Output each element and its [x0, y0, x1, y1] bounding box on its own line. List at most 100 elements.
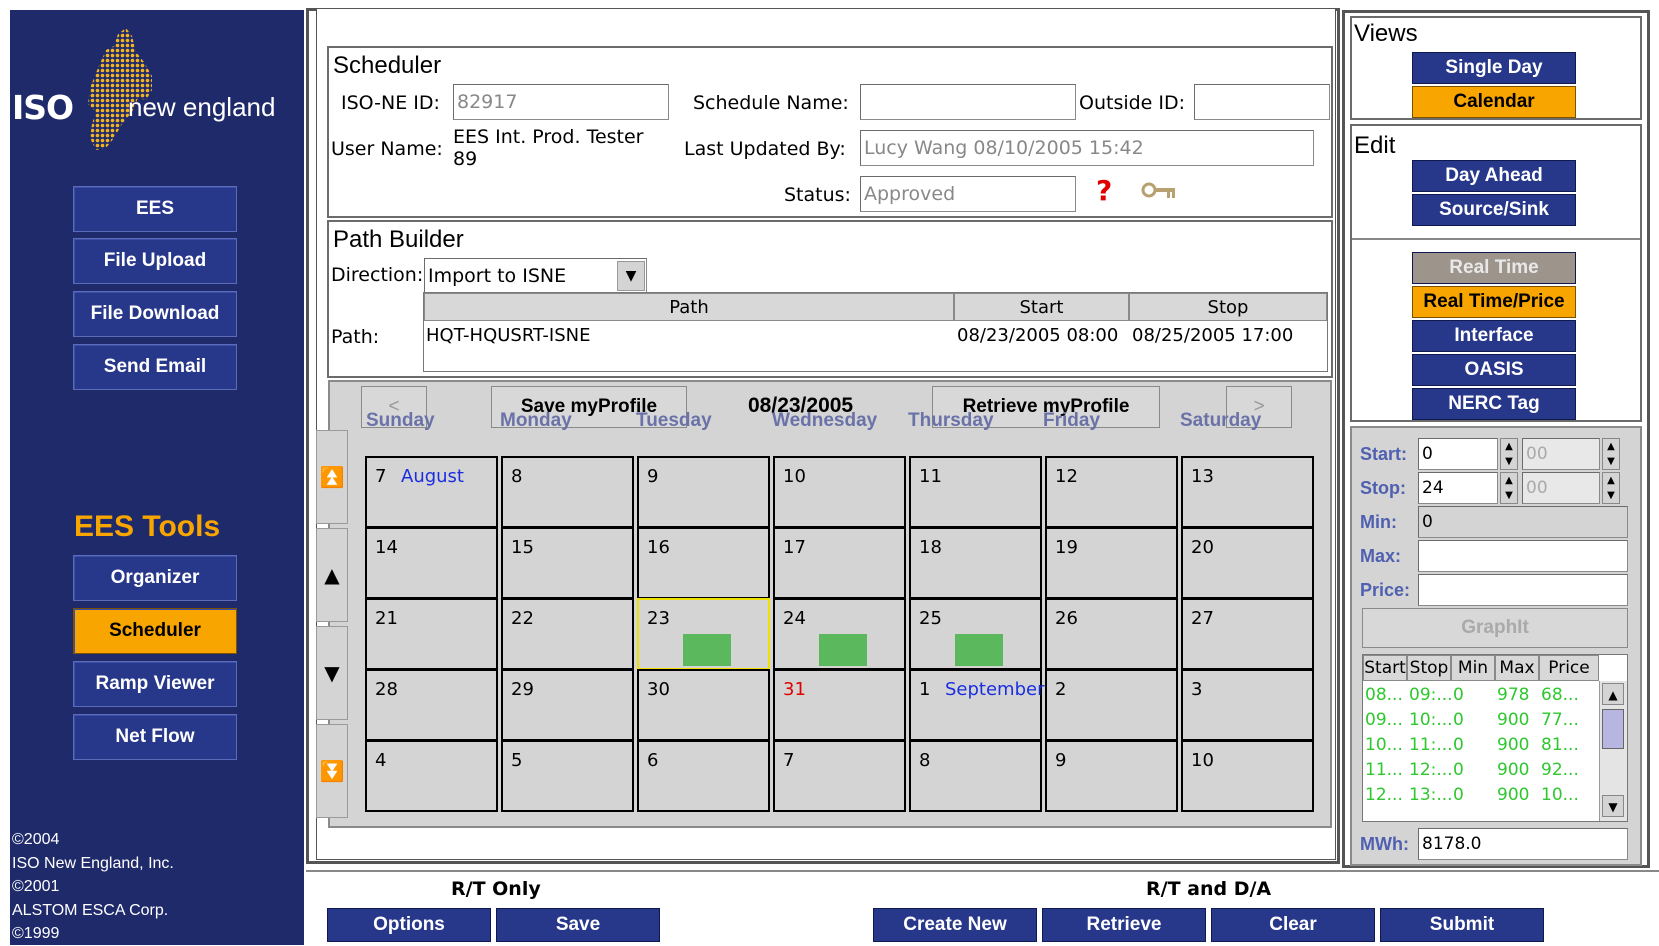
price-table-cell[interactable]: 900	[1497, 785, 1539, 805]
calendar-day-cell[interactable]: 16	[637, 527, 770, 599]
price-table-cell[interactable]: 92...	[1541, 760, 1599, 780]
calendar-day-cell[interactable]: 31	[773, 669, 906, 741]
nerc-tag-button[interactable]: NERC Tag	[1412, 388, 1576, 420]
scroll-bottom-icon[interactable]: ⏬	[316, 724, 348, 818]
create-new-button[interactable]: Create New	[873, 908, 1037, 942]
calendar-day-cell[interactable]: 4	[365, 740, 498, 812]
calendar-day-cell[interactable]: 7 August	[365, 456, 498, 528]
calendar-day-cell[interactable]: 1 September	[909, 669, 1045, 741]
calendar-day-cell[interactable]: 2	[1045, 669, 1178, 741]
calendar-day-cell[interactable]: 8	[501, 456, 634, 528]
save-button[interactable]: Save	[496, 908, 660, 942]
price-table-cell[interactable]: 978	[1497, 685, 1539, 705]
stop-hour-field[interactable]: 24	[1418, 472, 1498, 504]
direction-select[interactable]: Import to ISNE ▼	[424, 258, 647, 294]
start-minute-spinner[interactable]: ▲ ▼	[1602, 438, 1620, 470]
calendar-day-cell[interactable]: 3	[1181, 669, 1314, 741]
path-row-stop[interactable]: 08/25/2005 17:00	[1132, 325, 1293, 346]
price-table-cell[interactable]: 13:...	[1409, 785, 1451, 805]
calendar-day-cell[interactable]: 24	[773, 598, 906, 670]
submit-button[interactable]: Submit	[1380, 908, 1544, 942]
calendar-day-cell[interactable]: 29	[501, 669, 634, 741]
price-table-cell[interactable]: 09:...	[1409, 685, 1451, 705]
start-minute-field[interactable]: 00	[1522, 438, 1600, 470]
calendar-day-cell[interactable]: 17	[773, 527, 906, 599]
outside-id-field[interactable]	[1194, 84, 1330, 120]
price-table-column-header[interactable]: Max	[1495, 655, 1539, 681]
price-table-cell[interactable]: 900	[1497, 735, 1539, 755]
nav-ees-button[interactable]: EES	[73, 186, 237, 232]
price-table-cell[interactable]: 11:...	[1409, 735, 1451, 755]
price-table-cell[interactable]: 0	[1453, 760, 1495, 780]
price-table-cell[interactable]: 11...	[1365, 760, 1407, 780]
scroll-up-icon[interactable]: ▲	[316, 528, 348, 622]
calendar-day-cell[interactable]: 14	[365, 527, 498, 599]
tool-ramp-viewer-button[interactable]: Ramp Viewer	[73, 661, 237, 707]
calendar-day-cell[interactable]: 21	[365, 598, 498, 670]
chevron-down-icon[interactable]: ▼	[617, 261, 645, 291]
scroll-thumb[interactable]	[1602, 709, 1624, 749]
scroll-down-icon[interactable]: ▼	[316, 626, 348, 720]
schedule-name-field[interactable]	[860, 84, 1076, 120]
price-table-cell[interactable]: 0	[1453, 785, 1495, 805]
calendar-day-cell[interactable]: 15	[501, 527, 634, 599]
nav-file-download-button[interactable]: File Download	[73, 291, 237, 337]
stop-minute-spinner[interactable]: ▲ ▼	[1602, 472, 1620, 504]
price-table-cell[interactable]: 68...	[1541, 685, 1599, 705]
calendar-day-cell[interactable]: 7	[773, 740, 906, 812]
calendar-day-cell[interactable]: 9	[1045, 740, 1178, 812]
calendar-day-cell[interactable]: 5	[501, 740, 634, 812]
price-table-cell[interactable]: 10...	[1365, 735, 1407, 755]
calendar-day-cell[interactable]: 10	[773, 456, 906, 528]
help-icon[interactable]: ?	[1096, 174, 1112, 207]
price-table-cell[interactable]: 10...	[1541, 785, 1599, 805]
schedule-marker[interactable]	[819, 634, 867, 666]
start-column-header[interactable]: Start	[954, 293, 1129, 321]
calendar-day-cell[interactable]: 26	[1045, 598, 1178, 670]
tool-organizer-button[interactable]: Organizer	[73, 555, 237, 601]
schedule-marker[interactable]	[955, 634, 1003, 666]
clear-button[interactable]: Clear	[1211, 908, 1375, 942]
price-table-cell[interactable]: 10:...	[1409, 710, 1451, 730]
price-table-column-header[interactable]: Stop	[1407, 655, 1451, 681]
calendar-day-cell[interactable]: 9	[637, 456, 770, 528]
price-table-cell[interactable]: 0	[1453, 710, 1495, 730]
calendar-day-cell[interactable]: 27	[1181, 598, 1314, 670]
start-hour-spinner[interactable]: ▲ ▼	[1500, 438, 1518, 470]
tool-scheduler-button[interactable]: Scheduler	[73, 608, 237, 654]
calendar-day-cell[interactable]: 13	[1181, 456, 1314, 528]
calendar-day-cell[interactable]: 28	[365, 669, 498, 741]
real-time-price-button[interactable]: Real Time/Price	[1412, 286, 1576, 318]
path-column-header[interactable]: Path	[424, 293, 954, 321]
tool-net-flow-button[interactable]: Net Flow	[73, 714, 237, 760]
calendar-day-cell[interactable]: 30	[637, 669, 770, 741]
price-table-cell[interactable]: 0	[1453, 735, 1495, 755]
calendar-day-cell[interactable]: 8	[909, 740, 1042, 812]
calendar-day-cell[interactable]: 20	[1181, 527, 1314, 599]
iso-ne-id-field[interactable]: 82917	[453, 84, 669, 120]
price-table-cell[interactable]: 12...	[1365, 785, 1407, 805]
calendar-day-cell[interactable]: 6	[637, 740, 770, 812]
start-hour-field[interactable]: 0	[1418, 438, 1498, 470]
price-table-cell[interactable]: 08...	[1365, 685, 1407, 705]
price-table-column-header[interactable]: Min	[1451, 655, 1495, 681]
calendar-day-cell[interactable]: 12	[1045, 456, 1178, 528]
calendar-day-cell[interactable]: 18	[909, 527, 1042, 599]
scroll-up-arrow-icon[interactable]: ▲	[1602, 683, 1624, 705]
price-table-scrollbar[interactable]: ▲ ▼	[1599, 681, 1627, 821]
nav-file-upload-button[interactable]: File Upload	[73, 238, 237, 284]
single-day-button[interactable]: Single Day	[1412, 52, 1576, 84]
price-table-cell[interactable]: 900	[1497, 760, 1539, 780]
price-table-cell[interactable]: 0	[1453, 685, 1495, 705]
scroll-down-arrow-icon[interactable]: ▼	[1602, 795, 1624, 817]
calendar-view-button[interactable]: Calendar	[1412, 86, 1576, 118]
calendar-day-cell[interactable]: 22	[501, 598, 634, 670]
calendar-day-cell[interactable]: 10	[1181, 740, 1314, 812]
calendar-day-cell[interactable]: 25	[909, 598, 1042, 670]
max-field[interactable]	[1418, 540, 1628, 572]
graphit-button[interactable]: GraphIt	[1362, 608, 1628, 648]
retrieve-button[interactable]: Retrieve	[1042, 908, 1206, 942]
source-sink-button[interactable]: Source/Sink	[1412, 194, 1576, 226]
price-table-column-header[interactable]: Start	[1363, 655, 1407, 681]
stop-column-header[interactable]: Stop	[1129, 293, 1327, 321]
